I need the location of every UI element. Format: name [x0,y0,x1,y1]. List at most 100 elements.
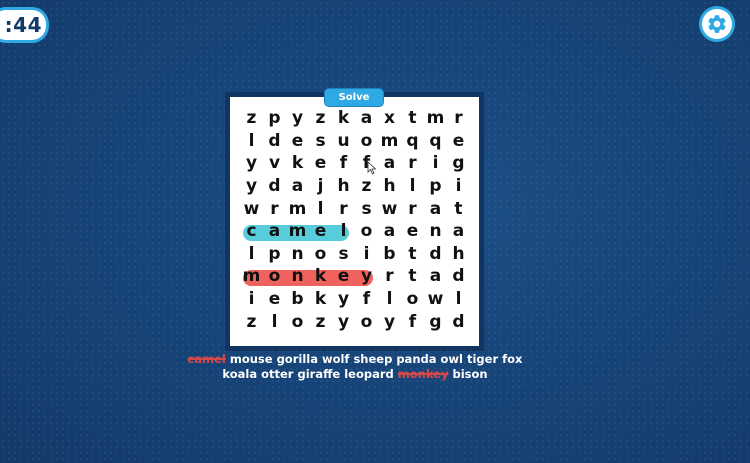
grid-cell[interactable]: y [286,107,309,130]
grid-cell[interactable]: t [447,197,470,220]
grid-cell[interactable]: u [332,130,355,153]
grid-cell[interactable]: y [332,288,355,311]
grid-cell[interactable]: l [240,130,263,153]
grid-cell[interactable]: m [424,107,447,130]
grid-cell[interactable]: j [309,175,332,198]
grid-cell[interactable]: q [424,130,447,153]
grid-cell[interactable]: m [378,130,401,153]
grid-cell[interactable]: e [286,130,309,153]
grid-cell[interactable]: a [378,152,401,175]
grid-cell[interactable]: l [447,288,470,311]
grid-cell[interactable]: z [309,107,332,130]
grid-cell[interactable]: a [447,220,470,243]
grid-cell[interactable]: l [263,310,286,333]
grid-cell[interactable]: s [355,197,378,220]
grid-cell[interactable]: r [332,197,355,220]
grid-cell[interactable]: l [332,220,355,243]
grid-cell[interactable]: s [309,130,332,153]
grid-cell[interactable]: l [309,197,332,220]
grid-cell[interactable]: e [309,220,332,243]
grid-cell[interactable]: r [378,265,401,288]
grid-cell[interactable]: n [286,243,309,266]
grid-cell[interactable]: l [401,175,424,198]
grid-cell[interactable]: o [401,288,424,311]
grid-cell[interactable]: d [263,130,286,153]
grid-cell[interactable]: i [240,288,263,311]
grid-cell[interactable]: f [355,288,378,311]
grid-cell[interactable]: d [447,310,470,333]
grid-cell[interactable]: m [286,197,309,220]
grid-cell[interactable]: e [263,288,286,311]
grid-cell[interactable]: z [309,310,332,333]
grid-cell[interactable]: d [424,243,447,266]
grid-cell[interactable]: e [447,130,470,153]
grid-cell[interactable]: i [447,175,470,198]
grid-cell[interactable]: a [286,175,309,198]
grid-cell[interactable]: y [355,265,378,288]
grid-cell[interactable]: o [355,130,378,153]
grid-cell[interactable]: w [240,197,263,220]
grid-cell[interactable]: o [286,310,309,333]
grid-cell[interactable]: p [263,243,286,266]
grid-cell[interactable]: q [401,130,424,153]
grid-cell[interactable]: k [286,152,309,175]
grid-cell[interactable]: g [447,152,470,175]
grid-cell[interactable]: y [240,175,263,198]
grid-cell[interactable]: a [378,220,401,243]
grid-cell[interactable]: n [424,220,447,243]
grid-cell[interactable]: y [240,152,263,175]
grid-cell[interactable]: x [378,107,401,130]
grid-cell[interactable]: l [240,243,263,266]
grid-cell[interactable]: h [332,175,355,198]
grid-cell[interactable]: c [240,220,263,243]
grid-cell[interactable]: h [447,243,470,266]
grid-cell[interactable]: r [401,197,424,220]
grid-cell[interactable]: g [424,310,447,333]
grid-cell[interactable]: k [332,107,355,130]
grid-cell[interactable]: m [240,265,263,288]
grid-cell[interactable]: b [378,243,401,266]
settings-button[interactable] [702,9,732,39]
grid-cell[interactable]: o [309,243,332,266]
grid-cell[interactable]: i [355,243,378,266]
grid-cell[interactable]: e [401,220,424,243]
grid-cell[interactable]: o [355,220,378,243]
grid-cell[interactable]: k [309,265,332,288]
grid-cell[interactable]: s [332,243,355,266]
grid-cell[interactable]: r [401,152,424,175]
grid-cell[interactable]: t [401,107,424,130]
grid-cell[interactable]: z [355,175,378,198]
grid-cell[interactable]: v [263,152,286,175]
letter-grid[interactable]: zpyzkaxtmrldesuomqqeyvkeffarigydajhzhlpi… [240,107,470,337]
grid-cell[interactable]: z [240,310,263,333]
grid-cell[interactable]: a [424,265,447,288]
grid-cell[interactable]: r [447,107,470,130]
grid-cell[interactable]: a [263,220,286,243]
grid-cell[interactable]: e [309,152,332,175]
grid-cell[interactable]: h [378,175,401,198]
grid-cell[interactable]: f [332,152,355,175]
grid-cell[interactable]: t [401,243,424,266]
grid-cell[interactable]: p [263,107,286,130]
grid-cell[interactable]: t [401,265,424,288]
grid-cell[interactable]: a [355,107,378,130]
grid-cell[interactable]: m [286,220,309,243]
grid-cell[interactable]: p [424,175,447,198]
grid-cell[interactable]: l [378,288,401,311]
grid-cell[interactable]: b [286,288,309,311]
grid-cell[interactable]: w [378,197,401,220]
grid-cell[interactable]: e [332,265,355,288]
grid-cell[interactable]: z [240,107,263,130]
grid-cell[interactable]: d [447,265,470,288]
solve-button[interactable]: Solve [324,88,384,107]
grid-cell[interactable]: f [401,310,424,333]
grid-cell[interactable]: n [286,265,309,288]
grid-cell[interactable]: k [309,288,332,311]
grid-cell[interactable]: d [263,175,286,198]
grid-cell[interactable]: a [424,197,447,220]
grid-cell[interactable]: o [263,265,286,288]
grid-cell[interactable]: y [332,310,355,333]
grid-cell[interactable]: i [424,152,447,175]
grid-cell[interactable]: o [355,310,378,333]
grid-cell[interactable]: y [378,310,401,333]
